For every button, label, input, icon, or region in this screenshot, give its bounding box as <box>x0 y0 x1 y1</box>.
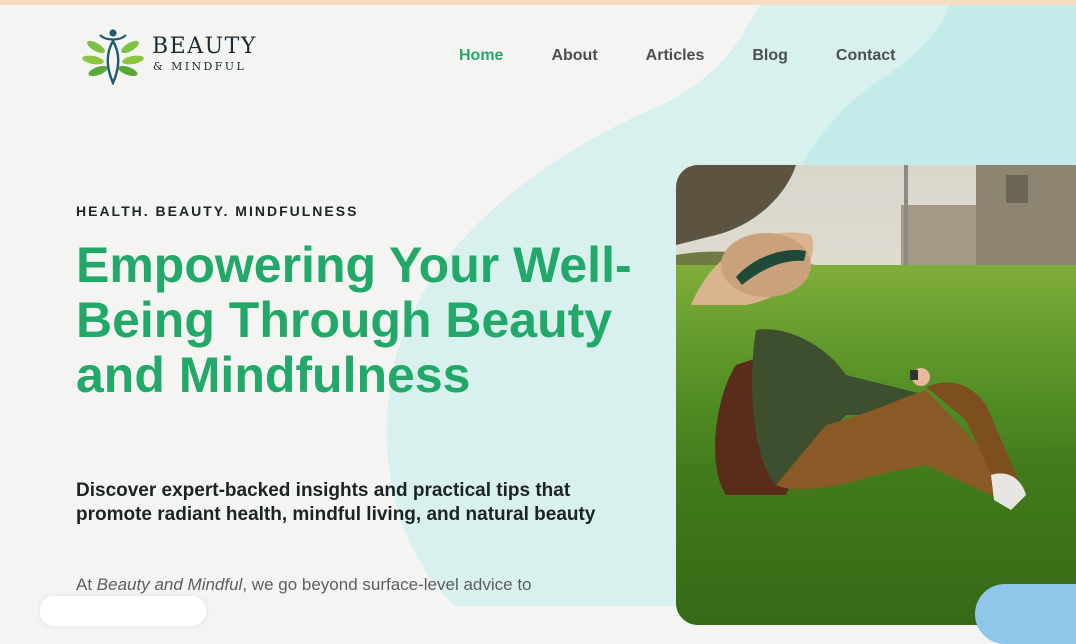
hero-body-suffix: , we go beyond surface-level advice to <box>242 575 532 594</box>
nav-home-link[interactable]: Home <box>459 45 503 67</box>
hero-body-prefix: At <box>76 575 97 594</box>
hero-photo-woman-in-grass <box>676 165 1076 625</box>
floating-widget-tab[interactable] <box>40 596 206 626</box>
site-logo[interactable]: BEAUTY & MINDFUL <box>82 27 272 87</box>
logo-wordmark: BEAUTY <box>152 34 257 59</box>
hero-body-text: At Beauty and Mindful, we go beyond surf… <box>76 573 636 597</box>
main-navigation: Home About Articles Blog Contact <box>459 45 895 67</box>
hero-title: Empowering Your Well-Being Through Beaut… <box>76 237 632 403</box>
hero-eyebrow: HEALTH. BEAUTY. MINDFULNESS <box>76 203 359 219</box>
nav-contact-link[interactable]: Contact <box>836 45 896 67</box>
leaf-figure-logo-icon <box>82 29 144 85</box>
hero-subtitle: Discover expert-backed insights and prac… <box>76 480 596 525</box>
nav-blog-link[interactable]: Blog <box>752 45 788 67</box>
decorative-blue-bubble <box>975 584 1076 644</box>
nav-about-link[interactable]: About <box>551 45 597 67</box>
top-accent-strip <box>0 0 1076 5</box>
hero-body-emphasis: Beauty and Mindful <box>96 575 243 594</box>
nav-articles-link[interactable]: Articles <box>646 45 705 67</box>
logo-tagline: & MINDFUL <box>153 60 247 73</box>
